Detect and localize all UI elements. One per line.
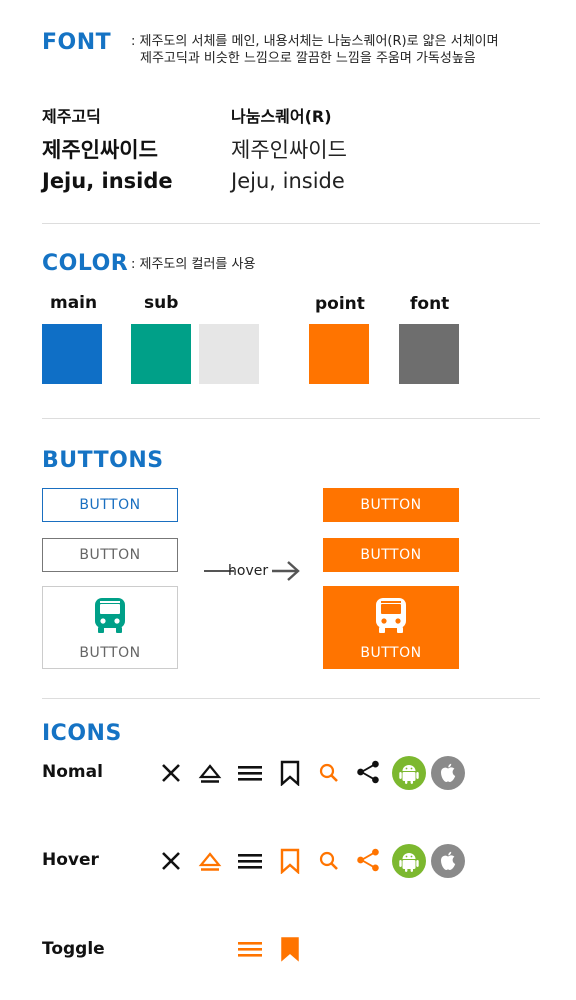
search-icon[interactable]: [316, 760, 342, 786]
hover-label: hover: [228, 563, 269, 579]
color-label-point: point: [315, 294, 365, 314]
swatch-main: [42, 324, 102, 384]
color-section-title: COLOR: [42, 251, 129, 276]
bus-icon: [93, 597, 127, 639]
search-icon[interactable]: [316, 848, 342, 874]
apple-icon[interactable]: [431, 844, 465, 878]
icons-row-hover-label: Hover: [42, 850, 99, 870]
divider: [42, 223, 540, 224]
close-icon[interactable]: [158, 760, 184, 786]
eject-icon[interactable]: [197, 848, 223, 874]
bookmark-icon-toggle[interactable]: [277, 936, 303, 962]
eject-icon[interactable]: [197, 760, 223, 786]
bus-tile-label: BUTTON: [79, 644, 141, 661]
buttons-section-title: BUTTONS: [42, 448, 164, 473]
bus-tile-hover-label: BUTTON: [360, 644, 422, 661]
font-primary-sample-en: Jeju, inside: [42, 169, 173, 193]
button-grey-outline[interactable]: BUTTON: [42, 538, 178, 572]
android-icon[interactable]: [392, 756, 426, 790]
font-description-line1: : 제주도의 서체를 메인, 내용서체는 나눔스퀘어(R)로 얇은 서체이며: [131, 34, 499, 49]
font-secondary-sample-en: Jeju, inside: [231, 169, 345, 193]
button-main-outline[interactable]: BUTTON: [42, 488, 178, 522]
icons-row-normal-label: Nomal: [42, 762, 103, 782]
color-description: : 제주도의 컬러를 사용: [131, 257, 256, 272]
font-secondary-name: 나눔스퀘어(R): [231, 107, 332, 126]
font-section-title: FONT: [42, 30, 112, 55]
color-label-font: font: [410, 294, 450, 314]
share-icon[interactable]: [355, 759, 381, 785]
button-bus-tile[interactable]: BUTTON: [42, 586, 178, 669]
color-label-main: main: [50, 293, 98, 313]
menu-icon-toggle[interactable]: [237, 936, 263, 962]
divider: [42, 418, 540, 419]
share-icon[interactable]: [355, 847, 381, 873]
apple-icon[interactable]: [431, 756, 465, 790]
close-icon[interactable]: [158, 848, 184, 874]
color-label-sub: sub: [144, 293, 179, 313]
swatch-sub-teal: [131, 324, 191, 384]
menu-icon[interactable]: [237, 760, 263, 786]
button-orange-hover[interactable]: BUTTON: [323, 488, 459, 522]
divider: [42, 698, 540, 699]
bookmark-icon[interactable]: [277, 848, 303, 874]
font-secondary-sample-ko: 제주인싸이드: [231, 138, 347, 162]
font-description-line2: 제주고딕과 비슷한 느낌으로 깔끔한 느낌을 주움며 가독성높음: [140, 51, 476, 66]
bookmark-icon[interactable]: [277, 760, 303, 786]
icons-row-toggle-label: Toggle: [42, 939, 105, 959]
arrow-right-icon: [270, 559, 302, 587]
bus-icon: [374, 597, 408, 639]
swatch-point: [309, 324, 369, 384]
button-bus-tile-hover[interactable]: BUTTON: [323, 586, 459, 669]
icons-section-title: ICONS: [42, 721, 122, 746]
button-orange-hover-2[interactable]: BUTTON: [323, 538, 459, 572]
font-primary-sample-ko: 제주인싸이드: [42, 138, 158, 162]
swatch-font: [399, 324, 459, 384]
menu-icon[interactable]: [237, 848, 263, 874]
font-primary-name: 제주고딕: [42, 107, 101, 126]
android-icon[interactable]: [392, 844, 426, 878]
swatch-sub-grey: [199, 324, 259, 384]
